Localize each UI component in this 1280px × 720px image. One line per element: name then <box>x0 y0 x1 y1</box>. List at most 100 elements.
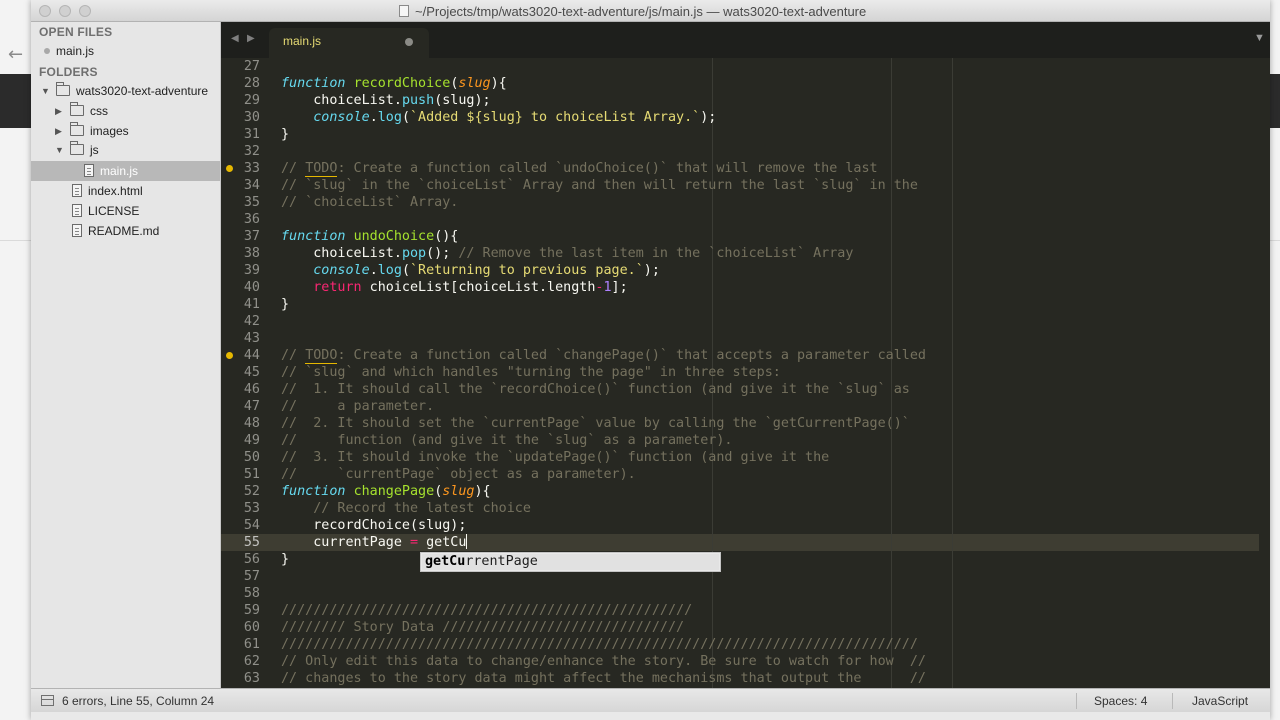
code-line[interactable]: choiceList.push(slug); <box>281 92 490 109</box>
folder-item-images[interactable]: ▶ images <box>31 121 220 141</box>
code-line[interactable]: function undoChoice(){ <box>281 228 458 245</box>
line-number: 48 <box>243 416 260 431</box>
code-line[interactable]: // `slug` and which handles "turning the… <box>281 364 781 381</box>
code-line[interactable]: //////// Story Data ////////////////////… <box>281 619 684 636</box>
file-item-license[interactable]: LICENSE <box>31 201 220 221</box>
tab-scroll-left-icon[interactable]: ◀ <box>231 33 239 44</box>
code-line[interactable]: // Record the latest choice <box>281 500 531 517</box>
code-token: . <box>369 263 378 278</box>
disclosure-collapsed-icon[interactable]: ▶ <box>55 126 62 137</box>
file-label: LICENSE <box>88 204 140 218</box>
panel-toggle-icon[interactable] <box>41 695 54 706</box>
code-line[interactable]: // Only edit this data to change/enhance… <box>281 653 926 670</box>
file-item-index-html[interactable]: index.html <box>31 181 220 201</box>
open-file-label: main.js <box>56 44 95 58</box>
code-line[interactable]: console.log(`Added ${slug} to choiceList… <box>281 109 716 126</box>
code-token: ){ <box>490 76 507 91</box>
code-line[interactable]: // `currentPage` object as a parameter). <box>281 466 636 483</box>
code-line[interactable]: // `choiceList` Array. <box>281 194 458 211</box>
syntax-selector[interactable]: JavaScript <box>1192 694 1248 708</box>
code-token: // function (and give it the `slug` as a… <box>281 433 733 448</box>
code-line[interactable]: function recordChoice(slug){ <box>281 75 507 92</box>
file-icon <box>84 164 94 177</box>
file-label: main.js <box>100 164 139 178</box>
code-token: : Create a function called `changePage()… <box>337 348 926 363</box>
code-token: ); <box>643 263 660 278</box>
bookmark-dot-icon[interactable] <box>226 165 233 172</box>
file-icon <box>72 224 82 237</box>
open-files-header: OPEN FILES <box>39 25 113 39</box>
line-number: 43 <box>243 331 260 346</box>
minimize-window-button[interactable] <box>59 5 71 17</box>
code-line[interactable]: // TODO: Create a function called `chang… <box>281 347 926 364</box>
code-line[interactable]: } <box>281 296 289 313</box>
file-item-readme[interactable]: README.md <box>31 221 220 241</box>
code-token: // 3. It should invoke the `updatePage()… <box>281 450 830 465</box>
code-token: push <box>401 93 435 108</box>
code-line[interactable]: // 1. It should call the `recordChoice()… <box>281 381 910 398</box>
code-token: } <box>281 552 290 567</box>
open-file-item[interactable]: main.js <box>31 41 220 61</box>
code-token: // Remove the last item in the `choiceLi… <box>458 246 854 261</box>
column-ruler <box>891 58 892 688</box>
code-line[interactable]: // a parameter. <box>281 398 434 415</box>
code-line[interactable]: function changePage(slug){ <box>281 483 491 500</box>
folder-label: js <box>90 143 99 157</box>
code-line[interactable]: ////////////////////////////////////////… <box>281 602 692 619</box>
line-number: 59 <box>243 603 260 618</box>
folder-item-root[interactable]: ▼ wats3020-text-adventure <box>31 81 220 101</box>
window-title: ~/Projects/tmp/wats3020-text-adventure/j… <box>415 4 867 19</box>
bookmark-dot-icon[interactable] <box>226 352 233 359</box>
line-number: 53 <box>243 501 260 516</box>
code-token: // changes to the story data might affec… <box>281 671 926 686</box>
code-token: // Record the latest choice <box>313 501 531 516</box>
folder-icon <box>70 102 84 116</box>
code-line[interactable]: return choiceList[choiceList.length-1]; <box>281 279 627 296</box>
code-token: changePage <box>353 484 435 499</box>
folder-item-css[interactable]: ▶ css <box>31 101 220 121</box>
code-line[interactable]: ////////////////////////////////////////… <box>281 636 918 653</box>
unsaved-dot-icon[interactable] <box>405 38 413 46</box>
code-line[interactable]: // 3. It should invoke the `updatePage()… <box>281 449 829 466</box>
file-item-main-js[interactable]: main.js <box>31 161 220 181</box>
disclosure-expanded-icon[interactable]: ▼ <box>55 145 64 155</box>
folder-item-js[interactable]: ▼ js <box>31 140 220 160</box>
line-number-gutter: 27 28 29 30 31 32 33 34 35 36 37 38 39 40 41 42 43 44 45 46… <box>221 58 271 688</box>
disclosure-expanded-icon[interactable]: ▼ <box>41 86 50 96</box>
close-window-button[interactable] <box>39 5 51 17</box>
tab-scroll-right-icon[interactable]: ▶ <box>247 33 255 44</box>
line-number: 41 <box>243 297 260 312</box>
code-line[interactable]: // function (and give it the `slug` as a… <box>281 432 732 449</box>
code-line[interactable]: choiceList.pop(); // Remove the last ite… <box>281 245 853 262</box>
line-number: 51 <box>243 467 260 482</box>
status-divider <box>1076 693 1077 709</box>
disclosure-collapsed-icon[interactable]: ▶ <box>55 106 62 117</box>
code-line[interactable]: recordChoice(slug); <box>281 517 466 534</box>
code-line[interactable]: // TODO: Create a function called `undoC… <box>281 160 878 177</box>
code-line[interactable]: // 2. It should set the `currentPage` va… <box>281 415 910 432</box>
code-line[interactable]: // `slug` in the `choiceList` Array and … <box>281 177 918 194</box>
code-token: ( <box>401 110 410 125</box>
line-number: 27 <box>243 59 260 74</box>
code-editor[interactable]: function recordChoice(slug){ choiceList.… <box>271 58 1270 688</box>
code-line[interactable]: // changes to the story data might affec… <box>281 670 926 687</box>
tab-main-js[interactable]: main.js <box>269 28 429 58</box>
zoom-window-button[interactable] <box>79 5 91 17</box>
code-line[interactable]: } <box>281 551 289 568</box>
code-token: log <box>377 110 402 125</box>
code-token: slug <box>458 76 491 91</box>
vertical-scrollbar[interactable] <box>1259 58 1270 688</box>
autocomplete-match-text: getCu <box>425 554 466 569</box>
tab-list-dropdown-icon[interactable]: ▼ <box>1254 32 1265 44</box>
code-line[interactable]: currentPage = getCu <box>281 534 468 551</box>
code-token: // 1. It should call the `recordChoice()… <box>281 382 910 397</box>
autocomplete-popup[interactable]: getCurrentPage <box>420 552 721 572</box>
code-line[interactable]: } <box>281 126 289 143</box>
code-token: // 2. It should set the `currentPage` va… <box>281 416 910 431</box>
line-number: 30 <box>243 110 260 125</box>
line-number: 34 <box>243 178 260 193</box>
indentation-setting[interactable]: Spaces: 4 <box>1094 694 1147 708</box>
code-line[interactable]: console.log(`Returning to previous page.… <box>281 262 660 279</box>
autocomplete-suggestion[interactable]: getCurrentPage <box>425 553 538 570</box>
